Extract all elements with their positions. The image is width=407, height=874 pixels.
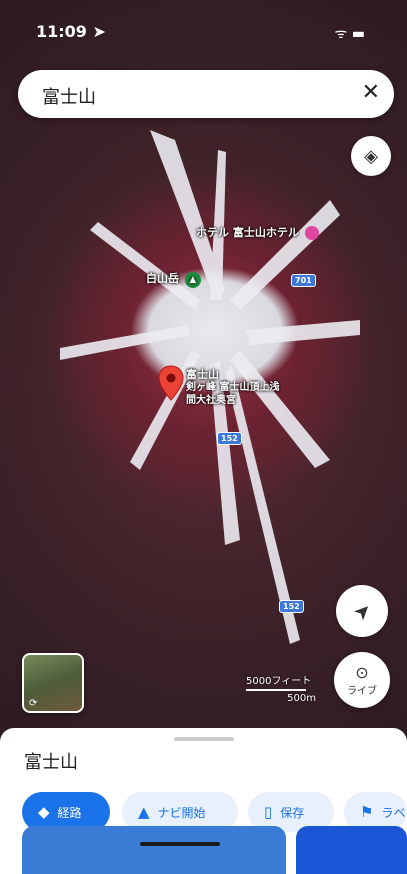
- hut-label-text: 白山岳: [146, 272, 179, 285]
- layers-button[interactable]: ◈: [351, 136, 391, 176]
- location-pin-icon[interactable]: [158, 365, 184, 401]
- live-view-label: ライブ: [347, 686, 377, 697]
- mountain-pin-icon: ▲: [184, 272, 201, 288]
- preview-card[interactable]: [296, 826, 407, 874]
- bookmark-icon: ▯: [264, 803, 273, 821]
- map-scale: 5000フィート 500m: [246, 672, 316, 704]
- road-badge: 152: [217, 432, 242, 445]
- hut-label[interactable]: 白山岳 ▲: [146, 270, 201, 288]
- start-navigation-label: ナビ開始: [157, 805, 206, 820]
- close-icon[interactable]: ✕: [362, 80, 380, 105]
- search-query[interactable]: 富士山: [42, 83, 96, 109]
- scale-bar: [246, 689, 306, 691]
- hotel-label[interactable]: ホテル 富士山ホテル: [196, 224, 319, 240]
- navigation-arrow-icon: ▲: [138, 803, 150, 821]
- hotel-label-text: ホテル 富士山ホテル: [196, 226, 299, 239]
- directions-label: 経路: [57, 805, 82, 820]
- scale-metric: 500m: [287, 693, 316, 704]
- sheet-handle[interactable]: [174, 737, 234, 741]
- street-view-icon: ⟳: [29, 698, 38, 709]
- road-badge: 701: [291, 274, 316, 287]
- location-arrow-icon: ➤: [347, 596, 377, 626]
- live-view-button[interactable]: ⊙ ライブ: [334, 652, 390, 708]
- summit-label-line2: 剣ヶ峰 富士山頂上浅間大社奥宮: [186, 382, 280, 406]
- search-bar[interactable]: 富士山 ✕: [18, 70, 394, 118]
- my-location-button[interactable]: ➤: [336, 585, 388, 637]
- summit-label-line1: 富士山: [186, 368, 219, 381]
- hotel-pin-icon: [304, 226, 319, 240]
- road-badge: 152: [279, 600, 304, 613]
- scale-distance: 5000フィート: [246, 676, 312, 687]
- summit-label[interactable]: 富士山 剣ヶ峰 富士山頂上浅間大社奥宮: [186, 368, 286, 407]
- save-label: 保存: [280, 805, 305, 820]
- live-view-icon: ⊙: [355, 663, 369, 682]
- flag-icon: ⚑: [360, 803, 374, 821]
- label-button-label: ラベル: [381, 805, 407, 820]
- status-time: 11:09 ➤: [36, 22, 106, 41]
- place-title: 富士山: [24, 752, 78, 773]
- directions-icon: ◆: [38, 803, 50, 821]
- app-frame: 11:09 ➤ ᯤ ▬ 富士山 ✕ ◈ ホテル 富士山ホテル 白山岳 ▲ 701…: [0, 0, 407, 874]
- layers-icon: ◈: [364, 145, 378, 167]
- street-view-thumbnail[interactable]: ⟳: [22, 653, 84, 713]
- status-indicators: ᯤ ▬: [334, 26, 365, 42]
- home-indicator: [140, 842, 220, 846]
- preview-card[interactable]: [22, 826, 286, 874]
